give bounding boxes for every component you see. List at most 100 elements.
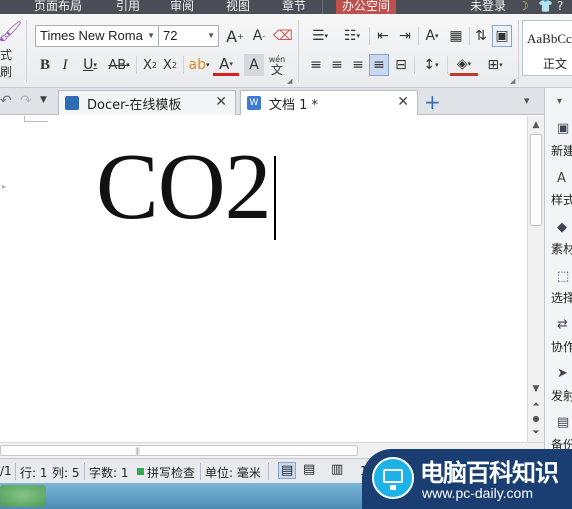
format-painter-label[interactable]: 式刷 — [0, 48, 22, 79]
tab-document-1[interactable]: W 文档 1 * ✕ — [240, 90, 418, 115]
style-gallery-normal[interactable]: AaBbCc 正文 — [522, 20, 572, 76]
shirt-icon[interactable]: 👕 — [538, 0, 553, 14]
shrink-font-icon[interactable]: A- — [249, 25, 269, 47]
previous-page-icon[interactable]: ⏶ — [529, 398, 543, 412]
tab-docer-templates[interactable]: Docer-在线模板 ✕ — [58, 90, 236, 115]
align-right-icon[interactable]: ≡ — [348, 54, 368, 76]
next-page-icon[interactable]: ⏷ — [529, 426, 543, 440]
grow-font-icon[interactable]: A + — [225, 25, 245, 47]
status-word-count[interactable]: 字数: 1 — [89, 464, 129, 481]
reading-view-icon[interactable]: ▥ — [331, 462, 343, 477]
send-icon[interactable]: ➤ — [557, 367, 571, 381]
browse-object-icon[interactable]: ● — [529, 412, 543, 426]
numbering-icon[interactable]: ☷ ▾ — [338, 25, 366, 47]
sidebar-item-collaborate[interactable]: 协作 — [551, 338, 572, 355]
document-tab-bar: ↶ ↷ ▼ Docer-在线模板 ✕ W 文档 1 * ✕ + ▾ — [0, 88, 544, 115]
right-task-pane: ▾ ▣ 新建 A 样式 ◆ 素材 ⬚ 选择 ⇄ 协作 ➤ 发射 ▤ 备份 — [544, 88, 572, 483]
ribbon-separator — [414, 56, 415, 74]
collaborate-icon[interactable]: ⇄ — [557, 318, 571, 332]
backup-icon[interactable]: ▤ — [557, 416, 571, 430]
borders-icon[interactable]: ⊞ ▾ — [481, 54, 509, 76]
scroll-up-icon[interactable]: ▲ — [529, 118, 543, 132]
close-icon[interactable]: ✕ — [397, 94, 409, 110]
font-name-select[interactable]: Times New Roma ▼ — [35, 25, 159, 47]
status-spell-check[interactable]: 拼写检查 — [147, 464, 195, 481]
font-size-select[interactable]: 72 ▼ — [158, 25, 219, 47]
vertical-scrollbar[interactable]: ▲ ▼ ⏶ ● ⏷ — [527, 116, 544, 442]
bold-icon[interactable]: B — [35, 54, 55, 76]
menu-review[interactable]: 审阅 — [170, 0, 194, 14]
menu-bar: 页面布局 引用 审阅 视图 章节 办公空间 未登录 ☽ 👕 ? — [0, 0, 572, 14]
vertical-scroll-thumb[interactable] — [530, 134, 542, 226]
superscript-icon[interactable]: X2 — [140, 54, 160, 76]
menu-chapter[interactable]: 章节 — [282, 0, 306, 14]
status-separator — [15, 463, 16, 480]
ribbon-toolbar: 🖌 式刷 Times New Roma ▼ 72 ▼ A + A- ⌫ B I U… — [0, 14, 572, 88]
sidebar-item-new[interactable]: 新建 — [551, 142, 572, 159]
select-icon[interactable]: ⬚ — [557, 270, 571, 284]
pinyin-guide-icon[interactable]: wén 文 — [266, 54, 288, 76]
strikethrough-icon[interactable]: AB ▾ — [105, 54, 133, 76]
undo-icon[interactable]: ↶ — [0, 93, 12, 109]
grip-icon: ||| — [135, 447, 140, 455]
clear-format-icon[interactable]: ⌫ — [273, 25, 293, 47]
sidebar-item-style[interactable]: 样式 — [551, 191, 572, 208]
margin-marker — [24, 116, 48, 122]
outline-view-icon[interactable]: ▤ — [303, 462, 315, 477]
justify-icon[interactable]: ≡ — [369, 54, 389, 76]
table-grid-icon[interactable]: ▦ — [446, 25, 466, 47]
line-spacing-icon[interactable]: ↕ ▾ — [417, 54, 445, 76]
close-icon[interactable]: ✕ — [215, 94, 227, 110]
new-tab-icon[interactable]: + — [424, 90, 441, 114]
style-icon[interactable]: A — [557, 172, 571, 186]
status-page[interactable]: /1 — [0, 464, 12, 478]
underline-icon[interactable]: U ▾ — [77, 54, 103, 76]
menu-office-space[interactable]: 办公空间 — [336, 0, 397, 14]
sidebar-item-select[interactable]: 选择 — [551, 289, 572, 306]
menu-view[interactable]: 视图 — [226, 0, 250, 14]
page-view-icon[interactable]: ▤ — [278, 462, 297, 479]
style-preview-text: AaBbCc — [527, 31, 572, 46]
italic-icon[interactable]: I — [55, 54, 75, 76]
sort-icon[interactable]: ⇅ — [471, 25, 491, 47]
skin-icon[interactable]: ☽ — [518, 0, 529, 14]
quick-access-dropdown-icon[interactable]: ▼ — [40, 95, 47, 105]
subscript-icon[interactable]: X2 — [160, 54, 180, 76]
monitor-screen-shape — [383, 469, 403, 483]
menu-references[interactable]: 引用 — [116, 0, 140, 14]
decrease-indent-icon[interactable]: ⇤ — [373, 25, 393, 47]
pane-collapse-icon[interactable]: ▾ — [557, 96, 562, 107]
format-painter-icon[interactable]: 🖌 — [0, 18, 23, 44]
status-column: 列: 5 — [52, 466, 80, 480]
document-text[interactable]: CO2 — [96, 140, 272, 234]
font-dialog-launcher-icon[interactable]: ◢ — [287, 77, 292, 85]
highlight-icon[interactable]: ab ▾ — [186, 54, 212, 76]
login-status[interactable]: 未登录 — [470, 0, 506, 14]
style-name-label: 正文 — [543, 57, 568, 71]
redo-icon[interactable]: ↷ — [20, 93, 32, 109]
char-shading-icon[interactable]: A — [244, 54, 264, 76]
scroll-down-icon[interactable]: ▼ — [529, 382, 543, 396]
bullets-icon[interactable]: ☰ ▾ — [306, 25, 334, 47]
material-icon[interactable]: ◆ — [557, 221, 571, 235]
new-doc-icon[interactable]: ▣ — [557, 122, 571, 136]
align-center-icon[interactable]: ≡ — [327, 54, 347, 76]
help-icon[interactable]: ? — [557, 0, 563, 14]
tab-menu-icon[interactable]: ▾ — [524, 94, 530, 107]
align-left-icon[interactable]: ≡ — [306, 54, 326, 76]
docer-icon — [65, 96, 79, 110]
ribbon-separator — [418, 27, 419, 45]
status-unit[interactable]: 单位: 毫米 — [205, 464, 261, 481]
sidebar-item-material[interactable]: 素材 — [551, 240, 572, 257]
sidebar-item-send[interactable]: 发射 — [551, 387, 572, 404]
menu-page-layout[interactable]: 页面布局 — [34, 0, 82, 14]
horizontal-scroll-thumb[interactable]: ||| — [0, 445, 358, 456]
show-marks-icon[interactable]: ▣ — [492, 25, 512, 47]
paragraph-dialog-launcher-icon[interactable]: ◢ — [510, 77, 515, 85]
taskbar-item-icon[interactable] — [0, 485, 46, 507]
char-scaling-icon[interactable]: A ▾ — [420, 25, 444, 47]
increase-indent-icon[interactable]: ⇥ — [395, 25, 415, 47]
distribute-icon[interactable]: ⊟ — [391, 54, 411, 76]
paragraph-shading-icon[interactable]: ◈ ▾ — [450, 54, 478, 76]
font-color-icon[interactable]: A ▾ — [213, 54, 239, 76]
